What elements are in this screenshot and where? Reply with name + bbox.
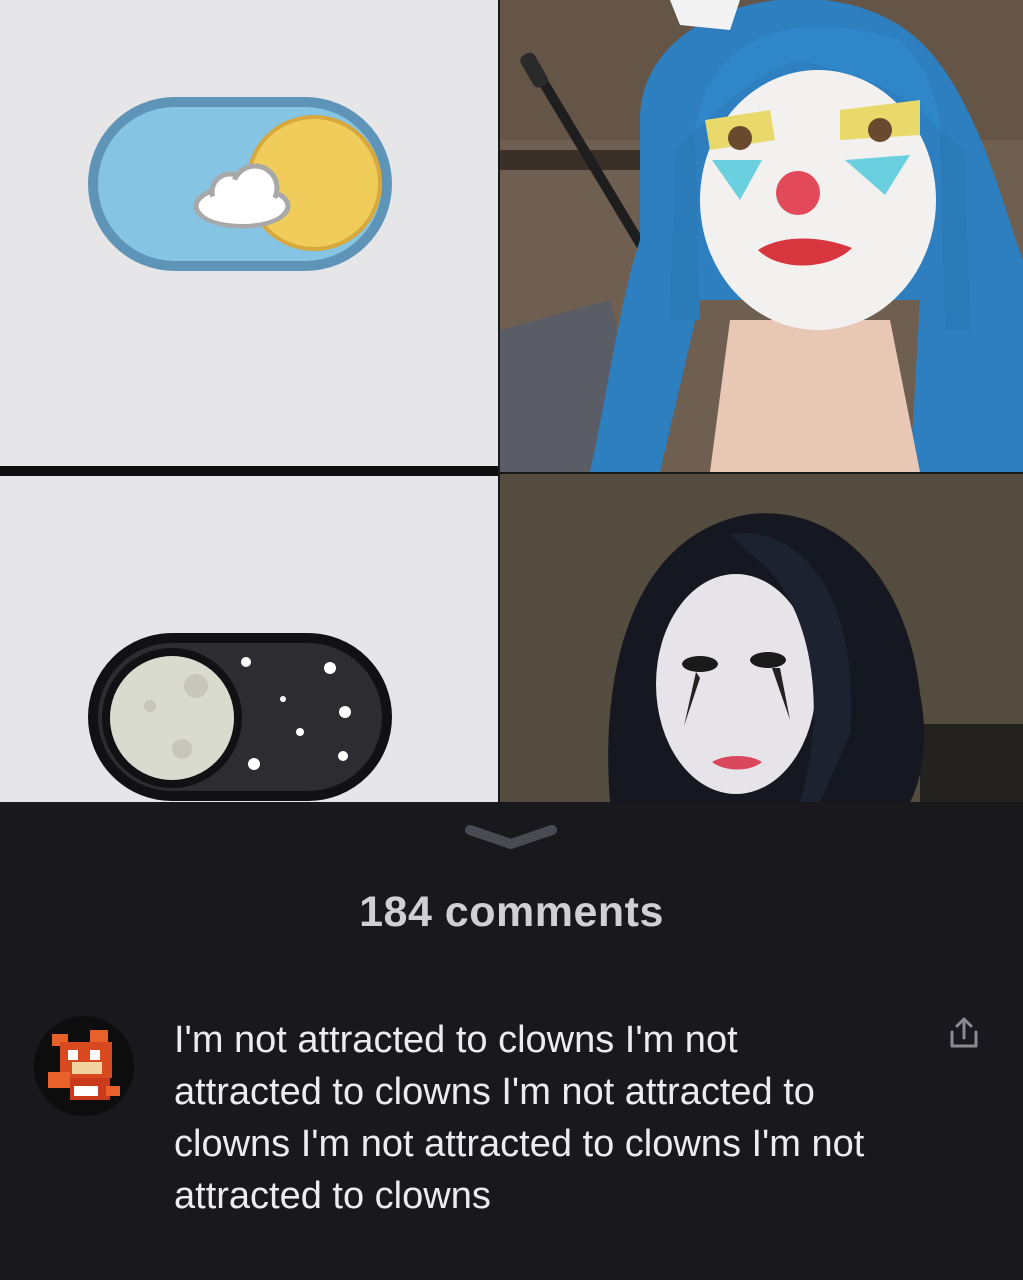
moon-stars-toggle-icon: [88, 633, 392, 801]
comment-text: I'm not attracted to clowns I'm not attr…: [174, 1019, 865, 1217]
clown-photo: [500, 0, 1023, 472]
dark-mode-panel: [0, 476, 498, 802]
comment-count-label[interactable]: 184 comments: [0, 888, 1023, 937]
chevron-down-icon[interactable]: [462, 818, 560, 858]
clown-photo-image: [500, 0, 1023, 472]
pixel-art-avatar-icon[interactable]: [34, 1016, 134, 1116]
share-icon[interactable]: [946, 1014, 982, 1050]
panel-divider: [0, 466, 498, 476]
mime-photo-image: [500, 474, 1023, 802]
light-mode-panel: [0, 0, 498, 466]
sun-cloud-toggle-icon: [88, 97, 392, 271]
mime-photo: [500, 474, 1023, 802]
